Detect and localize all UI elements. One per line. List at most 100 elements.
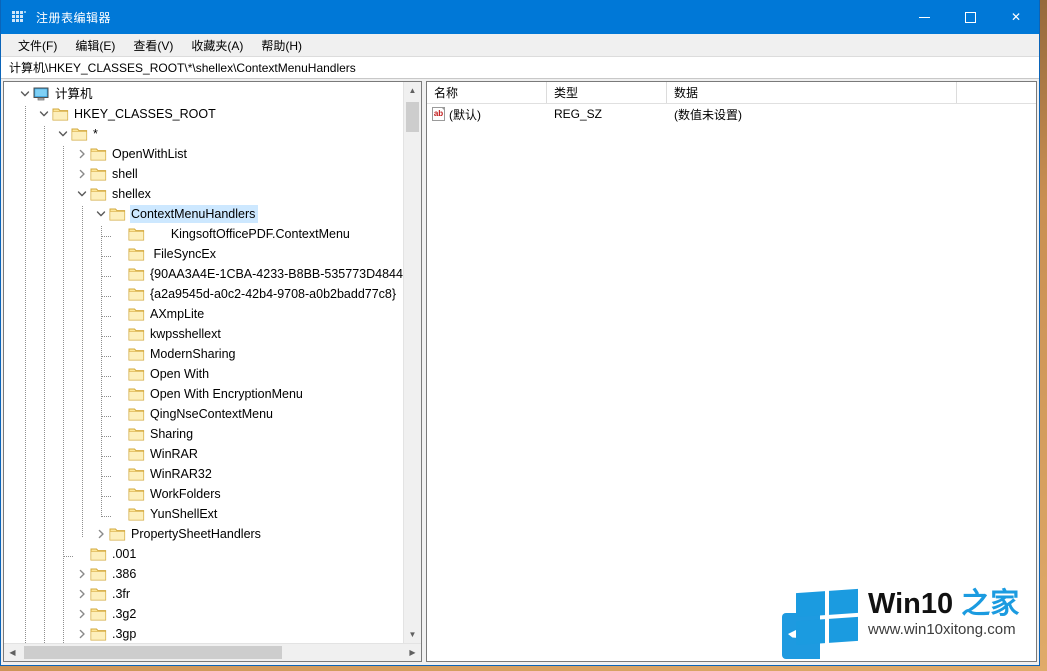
- tree-node-label: .3fr: [111, 585, 133, 603]
- horizontal-scroll-thumb[interactable]: [24, 646, 282, 659]
- folder-icon: [128, 487, 145, 502]
- tree-guide-line: [82, 206, 84, 537]
- chevron-down-icon[interactable]: [17, 86, 33, 102]
- tree-elbow-line: [101, 276, 111, 278]
- tree-leaf-spacer: [112, 286, 128, 302]
- tree-node-label: YunShellExt: [149, 505, 220, 523]
- value-type-cell: REG_SZ: [547, 107, 667, 121]
- tree-elbow-line: [101, 296, 111, 298]
- close-button[interactable]: ✕: [993, 0, 1039, 34]
- folder-icon: [128, 247, 145, 262]
- scroll-left-icon[interactable]: ◀: [4, 644, 21, 661]
- chevron-down-icon[interactable]: [74, 186, 90, 202]
- menu-file[interactable]: 文件(F): [9, 35, 66, 56]
- tree-elbow-line: [101, 476, 111, 478]
- tree-node[interactable]: HKEY_CLASSES_ROOT: [4, 104, 403, 124]
- tree-leaf-spacer: [112, 266, 128, 282]
- column-header-name[interactable]: 名称: [427, 82, 547, 103]
- value-name-cell: ab(默认): [427, 106, 547, 123]
- registry-editor-icon: [11, 9, 27, 25]
- menu-edit[interactable]: 编辑(E): [66, 35, 124, 56]
- chevron-right-icon[interactable]: [74, 146, 90, 162]
- folder-icon: [90, 547, 107, 562]
- tree-node-label: *: [92, 125, 101, 143]
- folder-icon: [90, 187, 107, 202]
- tree-node-label: Open With EncryptionMenu: [149, 385, 306, 403]
- folder-icon: [128, 307, 145, 322]
- folder-icon: [128, 227, 145, 242]
- folder-icon: [90, 627, 107, 642]
- tree-node-label: PropertySheetHandlers: [130, 525, 264, 543]
- tree-node-label: .3gp: [111, 625, 139, 643]
- chevron-right-icon[interactable]: [74, 626, 90, 642]
- tree-elbow-line: [101, 316, 111, 318]
- tree-elbow-line: [101, 336, 111, 338]
- tree-node[interactable]: 计算机: [4, 84, 403, 104]
- column-header-data[interactable]: 数据: [667, 82, 957, 103]
- folder-icon: [128, 427, 145, 442]
- tree-node-label: WinRAR32: [149, 465, 215, 483]
- window-title: 注册表编辑器: [36, 9, 111, 26]
- address-bar[interactable]: 计算机\HKEY_CLASSES_ROOT\*\shellex\ContextM…: [1, 57, 1039, 79]
- chevron-down-icon[interactable]: [55, 126, 71, 142]
- tree-node-label: OpenWithList: [111, 145, 190, 163]
- tree-horizontal-scrollbar[interactable]: ◀ ▶: [4, 643, 421, 661]
- folder-icon: [52, 107, 69, 122]
- chevron-right-icon[interactable]: [93, 526, 109, 542]
- chevron-right-icon[interactable]: [74, 586, 90, 602]
- value-data-cell: (数值未设置): [667, 106, 957, 123]
- table-row[interactable]: ab(默认)REG_SZ(数值未设置): [427, 104, 1036, 124]
- tree-guide-line: [25, 106, 27, 643]
- close-icon: ✕: [1011, 11, 1021, 23]
- chevron-down-icon[interactable]: [93, 206, 109, 222]
- values-column-header: 名称 类型 数据: [427, 82, 1036, 104]
- folder-icon: [128, 407, 145, 422]
- menu-favorites[interactable]: 收藏夹(A): [182, 35, 252, 56]
- folder-icon: [128, 447, 145, 462]
- vertical-scroll-track[interactable]: [404, 99, 421, 626]
- tree-scroll-area[interactable]: 计算机HKEY_CLASSES_ROOT*OpenWithListshellsh…: [4, 82, 403, 643]
- folder-icon: [128, 347, 145, 362]
- scroll-up-icon[interactable]: ▲: [404, 82, 421, 99]
- vertical-scroll-thumb[interactable]: [406, 102, 419, 132]
- string-value-icon-text: ab: [433, 109, 444, 118]
- registry-values-pane: 名称 类型 数据 ab(默认)REG_SZ(数值未设置) Win10 之家 ww…: [426, 81, 1037, 662]
- tree-leaf-spacer: [112, 446, 128, 462]
- tree-node-label: .3g2: [111, 605, 139, 623]
- tree-node-label: 计算机: [54, 85, 96, 103]
- tree-node-label: KingsoftOfficePDF.ContextMenu: [149, 225, 353, 243]
- tree-node[interactable]: *: [4, 124, 403, 144]
- tree-guide-line: [44, 126, 46, 643]
- caption-button-group: ✕: [901, 0, 1039, 34]
- tree-elbow-line: [101, 376, 111, 378]
- chevron-right-icon[interactable]: [74, 166, 90, 182]
- tree-elbow-line: [63, 556, 73, 558]
- folder-icon: [128, 507, 145, 522]
- chevron-right-icon[interactable]: [74, 566, 90, 582]
- content-area: 计算机HKEY_CLASSES_ROOT*OpenWithListshellsh…: [1, 79, 1039, 665]
- tree-node-label: QingNseContextMenu: [149, 405, 276, 423]
- minimize-button[interactable]: [901, 0, 947, 34]
- folder-icon: [71, 127, 88, 142]
- minimize-icon: [919, 17, 930, 18]
- menu-view[interactable]: 查看(V): [124, 35, 182, 56]
- tree-node-label: kwpsshellext: [149, 325, 224, 343]
- tree-leaf-spacer: [112, 426, 128, 442]
- maximize-button[interactable]: [947, 0, 993, 34]
- scroll-down-icon[interactable]: ▼: [404, 626, 421, 643]
- tree-elbow-line: [101, 356, 111, 358]
- column-header-type[interactable]: 类型: [547, 82, 667, 103]
- tree-list: 计算机HKEY_CLASSES_ROOT*OpenWithListshellsh…: [4, 84, 403, 643]
- tree-elbow-line: [101, 436, 111, 438]
- tree-elbow-line: [101, 256, 111, 258]
- menu-help[interactable]: 帮助(H): [252, 35, 311, 56]
- tree-leaf-spacer: [74, 546, 90, 562]
- tree-vertical-scrollbar[interactable]: ▲ ▼: [403, 82, 421, 643]
- tree-leaf-spacer: [112, 226, 128, 242]
- tree-inner: 计算机HKEY_CLASSES_ROOT*OpenWithListshellsh…: [4, 82, 421, 643]
- chevron-down-icon[interactable]: [36, 106, 52, 122]
- tree-leaf-spacer: [112, 306, 128, 322]
- chevron-right-icon[interactable]: [74, 606, 90, 622]
- tree-node-label: Open With: [149, 365, 212, 383]
- scroll-right-icon[interactable]: ▶: [404, 644, 421, 661]
